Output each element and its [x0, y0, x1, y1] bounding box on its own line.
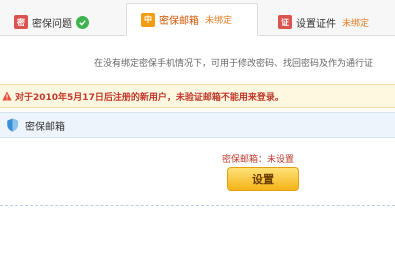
- set-email-button[interactable]: 设置: [227, 167, 299, 191]
- tab-label: 设置证件: [296, 18, 336, 30]
- warning-banner: 对于2010年5月17日后注册的新用户，未验证邮箱不能用来登录。: [0, 84, 395, 108]
- warning-text: 对于2010年5月17日后注册的新用户，未验证邮箱不能用来登录。: [15, 92, 284, 103]
- tab-status: 未绑定: [205, 16, 233, 26]
- email-status-text: 密保邮箱：未设置: [222, 155, 295, 165]
- tab-security-question[interactable]: 密 密保问题: [14, 8, 89, 36]
- tab-bar: 密 密保问题 中 密保邮箱 未绑定 证 设置证件 未绑定: [0, 0, 395, 36]
- tab-label: 密保问题: [32, 18, 72, 30]
- certificate-icon: 证: [278, 15, 292, 29]
- tab-certificate[interactable]: 证 设置证件 未绑定: [278, 8, 370, 36]
- divider: [0, 205, 395, 206]
- tab-status: 未绑定: [342, 18, 370, 29]
- section-header: 密保邮箱: [0, 112, 395, 138]
- warning-icon: [2, 91, 12, 101]
- description-text: 在没有绑定密保手机情况下，可用于修改密码、找回密码及作为通行证: [94, 59, 374, 69]
- tab-security-email[interactable]: 中 密保邮箱 未绑定: [126, 3, 258, 36]
- check-icon: [76, 15, 89, 29]
- mail-icon: 中: [141, 12, 155, 27]
- tab-label: 密保邮箱: [159, 16, 199, 27]
- shield-icon: [7, 118, 18, 132]
- key-icon: 密: [14, 15, 28, 29]
- section-title: 密保邮箱: [25, 121, 65, 133]
